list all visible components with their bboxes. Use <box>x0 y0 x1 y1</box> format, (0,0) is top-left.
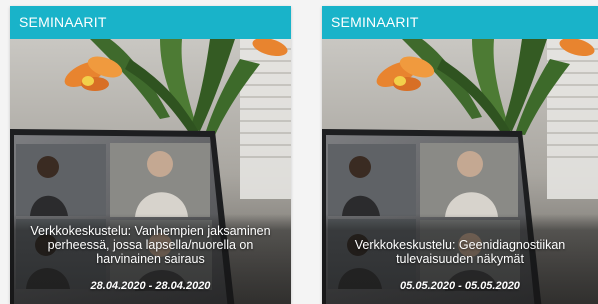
card-title[interactable]: Verkkokeskustelu: Vanhempien jaksaminen … <box>14 224 287 266</box>
seminar-card[interactable]: SEMINAARIT <box>10 6 291 304</box>
seminar-card[interactable]: SEMINAARIT <box>322 6 598 304</box>
card-date: 28.04.2020 - 28.04.2020 <box>90 280 211 292</box>
card-date: 05.05.2020 - 05.05.2020 <box>400 280 520 292</box>
card-title[interactable]: Verkkokeskustelu: Geenidiagnostiikan tul… <box>326 238 594 266</box>
seminar-card-grid: SEMINAARIT Verkkokeskustelu: Vanhempien … <box>0 0 598 304</box>
card-category-label: SEMINAARIT <box>322 6 598 39</box>
card-category-label: SEMINAARIT <box>10 6 291 39</box>
